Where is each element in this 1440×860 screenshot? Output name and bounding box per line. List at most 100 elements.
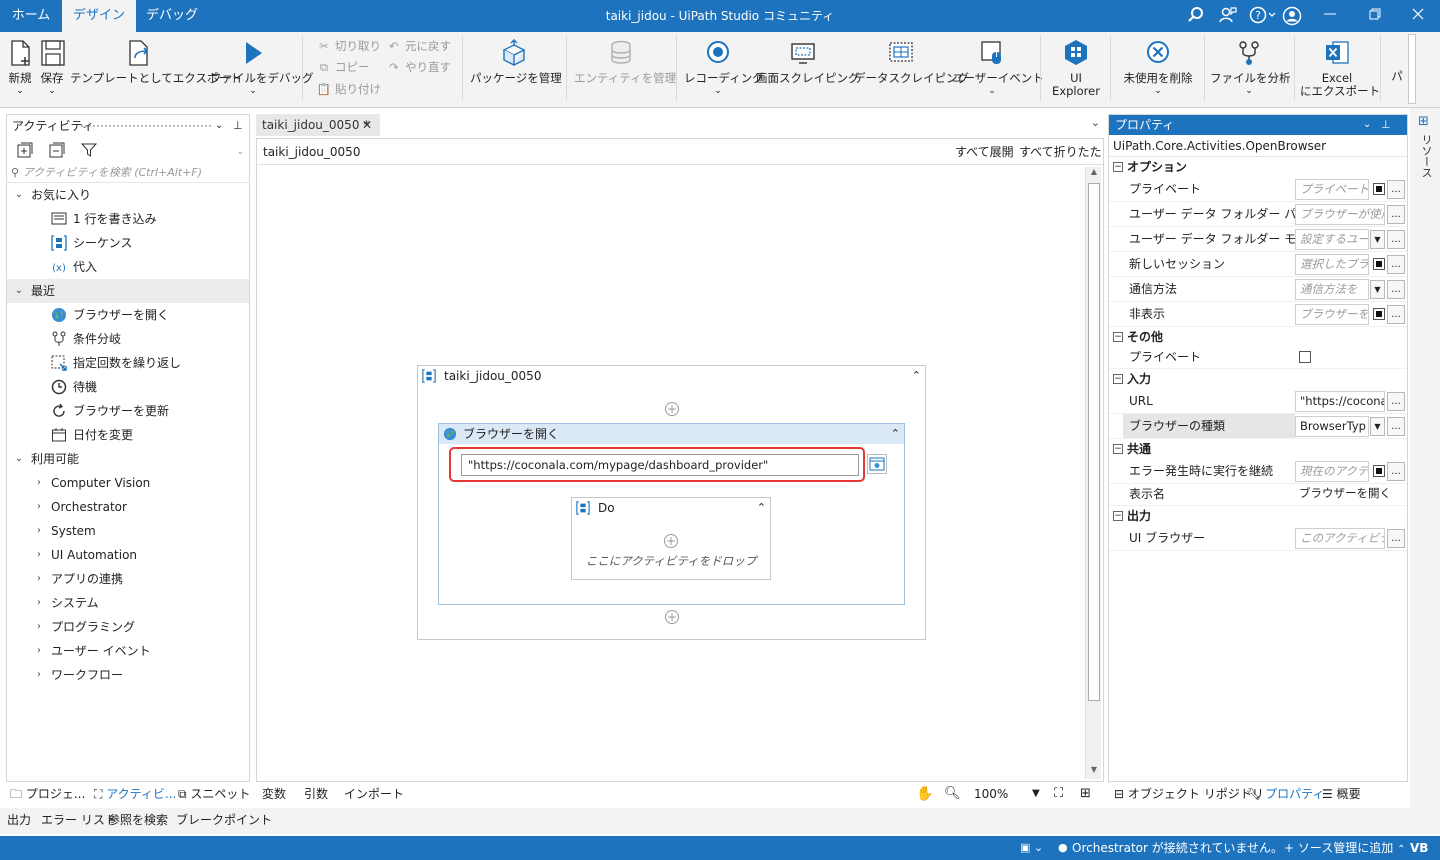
menu-tab-debug[interactable]: デバッグ <box>136 0 208 32</box>
pin-icon[interactable]: ⊥ <box>233 115 243 137</box>
prop-browser-type-dropdown[interactable]: ▼ <box>1370 417 1385 436</box>
ui-explorer-button[interactable]: UI Explorer <box>1048 36 1104 102</box>
new-button[interactable]: 新規 ⌄ <box>4 36 36 102</box>
category-common[interactable]: − 共通 <box>1109 439 1407 459</box>
prop-continue-on-error-input[interactable]: 現在のアクテ <box>1295 461 1369 482</box>
prop-browser-type-input[interactable]: BrowserTyp <box>1295 416 1369 437</box>
tree-group-workflow[interactable]: › ワークフロー <box>7 663 249 687</box>
expand-all-icon[interactable] <box>17 142 33 158</box>
chevron-down-icon[interactable]: ⌄ <box>1363 115 1371 135</box>
analyze-file-button[interactable]: ファイルを分析 ⌄ <box>1210 36 1291 102</box>
prop-user-data-folder-path-input[interactable]: ブラウザーが使用 <box>1295 204 1385 225</box>
add-activity-icon[interactable]: + <box>664 534 678 548</box>
excel-export-button[interactable]: Excel にエクスポート <box>1300 36 1380 102</box>
prop-browser-type-ellipsis-button[interactable]: ... <box>1387 417 1405 436</box>
tree-group-orchestrator[interactable]: › Orchestrator <box>7 495 249 519</box>
sequence-activity[interactable]: taiki_jidou_0050 ⌃ + ブラウザーを開く ⌃ "https:/… <box>417 365 926 640</box>
manage-entities-button[interactable]: エンティティを管理 <box>574 36 676 102</box>
prop-communication-method-ellipsis-button[interactable]: ... <box>1387 280 1405 299</box>
prop-user-data-folder-mode-ellipsis-button[interactable]: ... <box>1387 230 1405 249</box>
collapse-all-icon[interactable] <box>49 142 65 158</box>
ribbon-more-button[interactable]: パ <box>1388 70 1406 90</box>
save-button[interactable]: 保存 ⌄ <box>38 36 66 102</box>
do-sequence[interactable]: Do ⌃ + ここにアクティビティをドロップ <box>571 497 771 580</box>
tree-group-programming[interactable]: › プログラミング <box>7 615 249 639</box>
tree-group-computer-vision[interactable]: › Computer Vision <box>7 471 249 495</box>
restore-icon[interactable] <box>1365 6 1385 26</box>
prop-user-data-folder-mode-dropdown[interactable]: ▼ <box>1370 230 1385 249</box>
tree-group-user-events[interactable]: › ユーザー イベント <box>7 639 249 663</box>
tree-item-open-browser[interactable]: ブラウザーを開く <box>7 303 249 327</box>
orchestrator-status-icon[interactable]: ▣ ⌄ <box>1020 836 1043 860</box>
imports-tab[interactable]: インポート <box>344 782 404 806</box>
tree-item-delay[interactable]: 待機 <box>7 375 249 399</box>
collapse-toggle-icon[interactable]: − <box>1113 162 1123 172</box>
tab-output[interactable]: 出力 <box>7 808 31 832</box>
prop-private-ellipsis-button[interactable]: ... <box>1387 180 1405 199</box>
undo-button[interactable]: ↶ 元に戻す <box>386 36 451 56</box>
prop-continue-on-error-ellipsis-button[interactable]: ... <box>1387 462 1405 481</box>
collapse-toggle-icon[interactable]: − <box>1113 511 1123 521</box>
search-icon[interactable] <box>1186 6 1206 26</box>
source-control-button[interactable]: + ソース管理に追加 ⌃ <box>1284 836 1406 860</box>
category-input[interactable]: − 入力 <box>1109 369 1407 389</box>
zoom-level[interactable]: 100% <box>974 782 1008 806</box>
scroll-up-icon[interactable]: ▲ <box>1087 167 1101 181</box>
tab-taiki-jidou-0050[interactable]: taiki_jidou_0050 * ✕ <box>256 114 380 136</box>
redo-button[interactable]: ↷ やり直す <box>386 57 451 77</box>
variables-tab[interactable]: 変数 <box>262 782 286 806</box>
open-browser-activity[interactable]: ブラウザーを開く ⌃ "https://coconala.com/mypage/… <box>438 423 905 605</box>
category-options[interactable]: − オプション <box>1109 157 1407 177</box>
zoom-icon[interactable]: 🔍︎ <box>944 782 961 806</box>
manage-packages-button[interactable]: パッケージを管理 <box>470 36 562 102</box>
cut-button[interactable]: ✂ 切り取り <box>316 36 381 56</box>
menu-tab-home[interactable]: ホーム <box>0 0 62 32</box>
tree-item-sequence[interactable]: シーケンス <box>7 231 249 255</box>
tree-item-refresh-browser[interactable]: ブラウザーを更新 <box>7 399 249 423</box>
tree-group-recent[interactable]: ⌄ 最近 <box>7 279 249 303</box>
tree-group-system-jp[interactable]: › システム <box>7 591 249 615</box>
data-scraping-button[interactable]: データスクレイピング <box>854 36 969 102</box>
tab-find-references[interactable]: 参照を検索 <box>108 808 168 832</box>
scroll-down-icon[interactable]: ▼ <box>1087 765 1101 779</box>
collapse-icon[interactable]: ⌃ <box>912 366 921 386</box>
prop-new-session-input[interactable]: 選択したブラ <box>1295 254 1369 275</box>
tab-snippets[interactable]: ⧉ スニペット <box>178 783 250 805</box>
expand-all-link[interactable]: すべて展開 <box>955 139 1014 165</box>
tree-item-assign[interactable]: (x) 代入 <box>7 255 249 279</box>
scroll-thumb[interactable] <box>1088 183 1100 701</box>
prop-misc-private-checkbox[interactable] <box>1299 351 1311 363</box>
prop-private-input[interactable]: プライベート/... <box>1295 179 1369 200</box>
browser-picker-button[interactable] <box>867 454 887 474</box>
prop-hidden-input[interactable]: ブラウザーを <box>1295 304 1369 325</box>
tree-item-repeat[interactable]: 指定回数を繰り返し <box>7 351 249 375</box>
copy-button[interactable]: ⧉ コピー <box>316 57 370 77</box>
arguments-tab[interactable]: 引数 <box>304 782 328 806</box>
close-icon[interactable] <box>1408 6 1428 26</box>
prop-display-name-input[interactable]: ブラウザーを開く <box>1295 484 1405 505</box>
collapse-icon[interactable]: ⌃ <box>891 424 900 444</box>
close-tab-icon[interactable]: ✕ <box>362 114 372 136</box>
add-activity-icon[interactable]: + <box>665 610 679 624</box>
resources-strip[interactable]: ⊞ リソース <box>1410 108 1440 808</box>
chevron-down-icon[interactable]: ⌄ <box>215 115 223 137</box>
prop-url-input[interactable]: "https://cocona <box>1295 391 1385 412</box>
pin-icon[interactable]: ⊥ <box>1381 115 1391 135</box>
prop-user-data-folder-mode-input[interactable]: 設定するユー <box>1295 229 1369 250</box>
fit-to-screen-icon[interactable]: ⛶ <box>1054 782 1063 806</box>
help-icon[interactable]: ? <box>1248 6 1278 26</box>
screen-scraping-button[interactable]: 画面スクレイピング <box>756 36 860 102</box>
hand-pan-icon[interactable]: ✋ <box>916 782 933 806</box>
tree-group-app-integration[interactable]: › アプリの連携 <box>7 567 249 591</box>
collapse-toggle-icon[interactable]: − <box>1113 374 1123 384</box>
minimize-icon[interactable] <box>1320 6 1340 26</box>
ribbon-scroll[interactable] <box>1408 34 1416 104</box>
category-misc[interactable]: − その他 <box>1109 327 1407 347</box>
debug-file-button[interactable]: ファイルをデバッグ ⌄ <box>210 36 314 102</box>
recording-button[interactable]: レコーディング ⌄ <box>684 36 764 102</box>
remove-unused-button[interactable]: 未使用を削除 ⌄ <box>1118 36 1198 102</box>
orchestrator-status-text[interactable]: Orchestrator が接続されていません。 <box>1072 836 1283 860</box>
breadcrumb[interactable]: taiki_jidou_0050 <box>263 139 360 165</box>
url-input[interactable]: "https://coconala.com/mypage/dashboard_p… <box>461 454 859 476</box>
prop-ui-browser-input[interactable]: このアクティビテ <box>1295 528 1385 549</box>
